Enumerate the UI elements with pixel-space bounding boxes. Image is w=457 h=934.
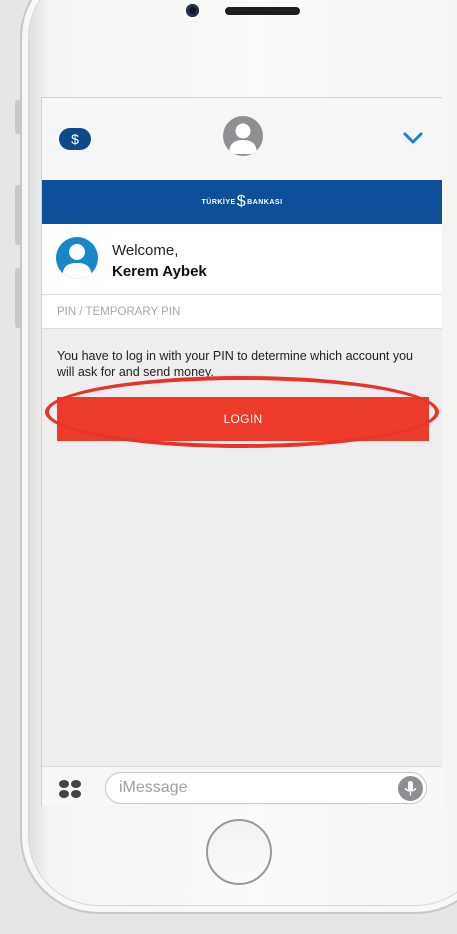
chevron-down-svg	[403, 132, 423, 144]
person-silhouette-icon[interactable]	[223, 116, 263, 156]
phone-screen: $ TÜRKİYE $ BANKASI Welcome, Kerem Aybek…	[41, 97, 442, 806]
user-avatar-icon	[56, 237, 98, 279]
dollar-icon: $	[71, 131, 79, 147]
bank-banner: TÜRKİYE $ BANKASI	[42, 180, 442, 224]
imessage-compose-bar	[42, 766, 442, 806]
volume-down-button	[15, 268, 20, 328]
message-header: $	[42, 98, 442, 181]
user-name: Kerem Aybek	[112, 263, 207, 280]
home-button[interactable]	[206, 819, 272, 885]
pin-input[interactable]	[42, 295, 442, 329]
microphone-svg	[404, 781, 417, 796]
bank-mark-icon: $	[236, 193, 247, 210]
apps-grid-svg	[59, 780, 81, 798]
screenshot-stage: $ TÜRKİYE $ BANKASI Welcome, Kerem Aybek…	[0, 0, 457, 934]
imessage-input[interactable]	[105, 772, 427, 804]
welcome-card: Welcome, Kerem Aybek	[42, 224, 442, 295]
bank-name-left: TÜRKİYE	[201, 198, 236, 206]
mute-switch	[15, 100, 20, 134]
person-silhouette-svg	[229, 123, 257, 154]
bank-app-badge[interactable]: $	[59, 128, 91, 150]
bank-name-right: BANKASI	[247, 198, 283, 206]
front-camera	[186, 4, 199, 17]
apps-grid-icon[interactable]	[58, 779, 82, 799]
login-button[interactable]: LOGIN	[57, 397, 429, 441]
welcome-label: Welcome,	[112, 242, 179, 259]
microphone-icon[interactable]	[398, 776, 423, 801]
volume-up-button	[15, 185, 20, 245]
user-avatar-svg	[62, 244, 92, 279]
earpiece-speaker	[225, 7, 300, 15]
login-instructions: You have to log in with your PIN to dete…	[57, 349, 413, 379]
bank-logo: TÜRKİYE $ BANKASI	[201, 180, 282, 224]
chevron-down-icon[interactable]	[402, 128, 424, 148]
